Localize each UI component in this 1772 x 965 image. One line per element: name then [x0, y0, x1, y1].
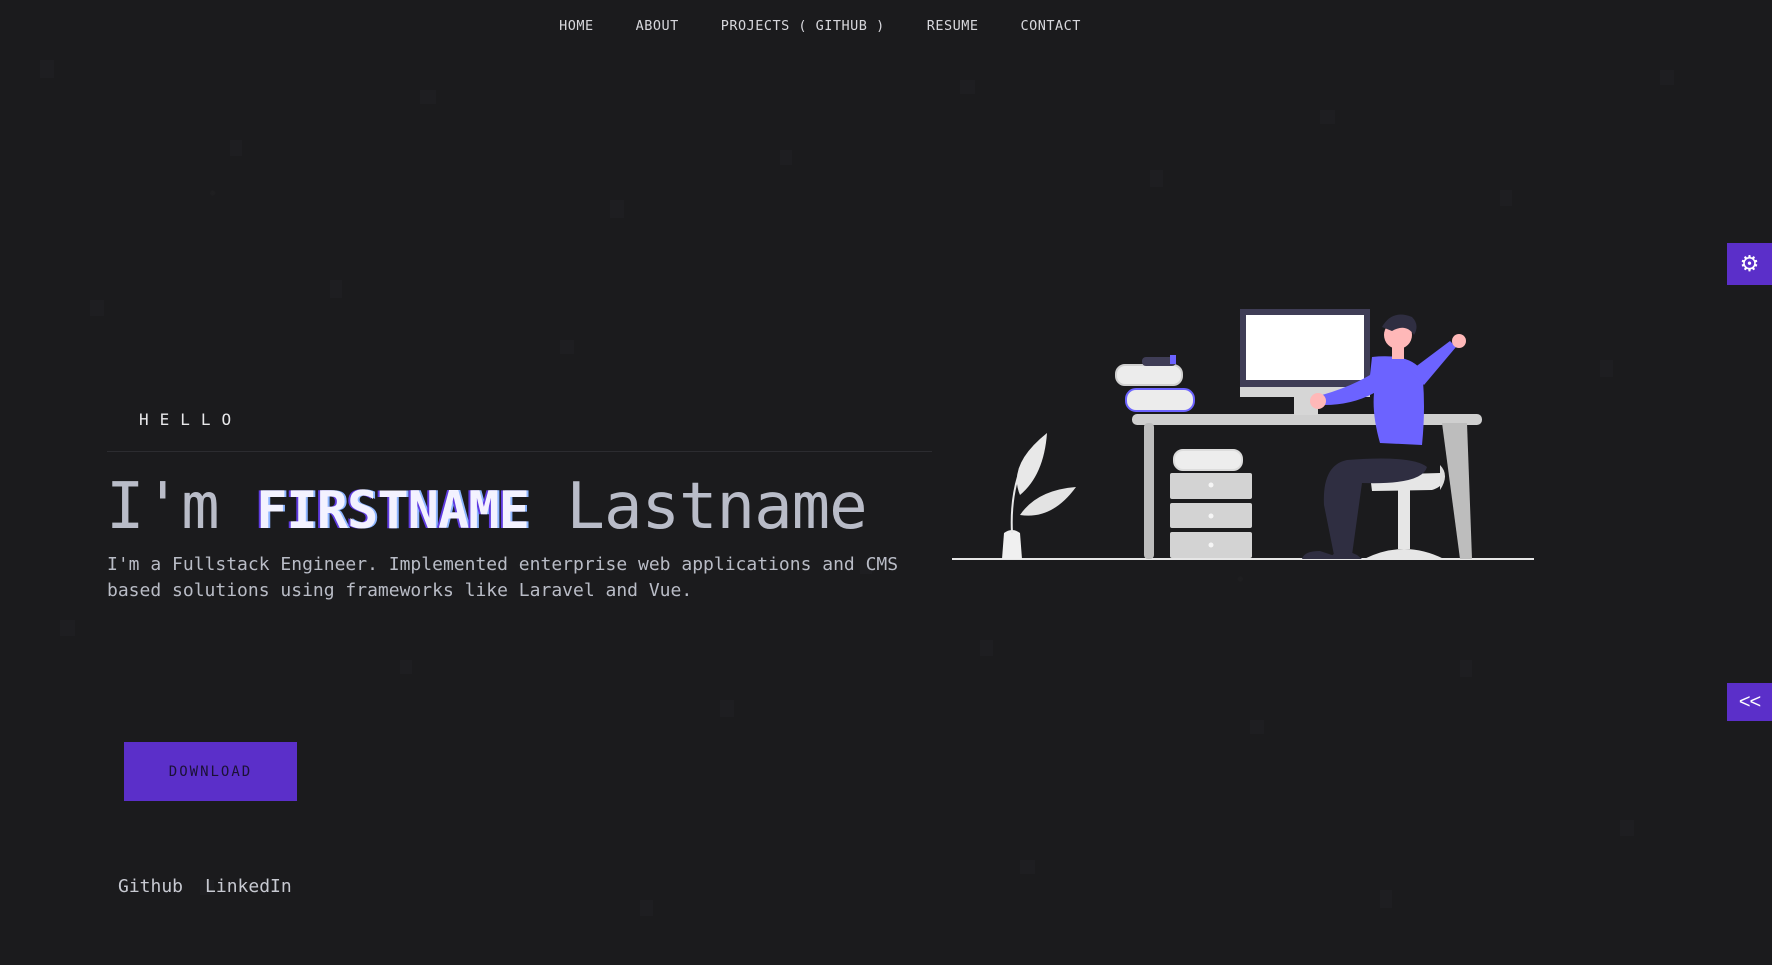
- hero-prefix: I'm: [106, 470, 220, 544]
- developer-desk-illustration: [952, 309, 1534, 560]
- page: HOME ABOUT PROJECTS ( GITHUB ) RESUME CO…: [0, 0, 1772, 965]
- social-links: Github LinkedIn: [118, 876, 292, 897]
- books-icon: [1115, 355, 1195, 412]
- hero-firstname: FIRSTNAME: [256, 481, 530, 541]
- nav-about[interactable]: ABOUT: [636, 18, 679, 34]
- nav-contact[interactable]: CONTACT: [1020, 18, 1080, 34]
- linkedin-link[interactable]: LinkedIn: [205, 876, 292, 897]
- collapse-panel-button[interactable]: <<: [1727, 683, 1772, 721]
- nav-projects[interactable]: PROJECTS ( GITHUB ): [721, 18, 885, 34]
- hero-lastname: Lastname: [566, 470, 867, 544]
- hero-intro: I'm a Fullstack Engineer. Implemented en…: [107, 554, 899, 601]
- nav-resume[interactable]: RESUME: [927, 18, 979, 34]
- nav-home[interactable]: HOME: [559, 18, 594, 34]
- github-link[interactable]: Github: [118, 876, 183, 897]
- settings-button[interactable]: ⚙: [1727, 243, 1772, 285]
- download-button[interactable]: DOWNLOAD: [124, 742, 297, 801]
- hero-headline: I'm FIRSTNAME Lastname: [106, 470, 868, 544]
- hero-greeting: HELLO: [139, 410, 243, 429]
- hero-divider: [107, 451, 932, 452]
- gear-icon: ⚙: [1739, 251, 1760, 276]
- top-nav: HOME ABOUT PROJECTS ( GITHUB ) RESUME CO…: [0, 18, 1640, 34]
- plant-icon: [1002, 433, 1076, 559]
